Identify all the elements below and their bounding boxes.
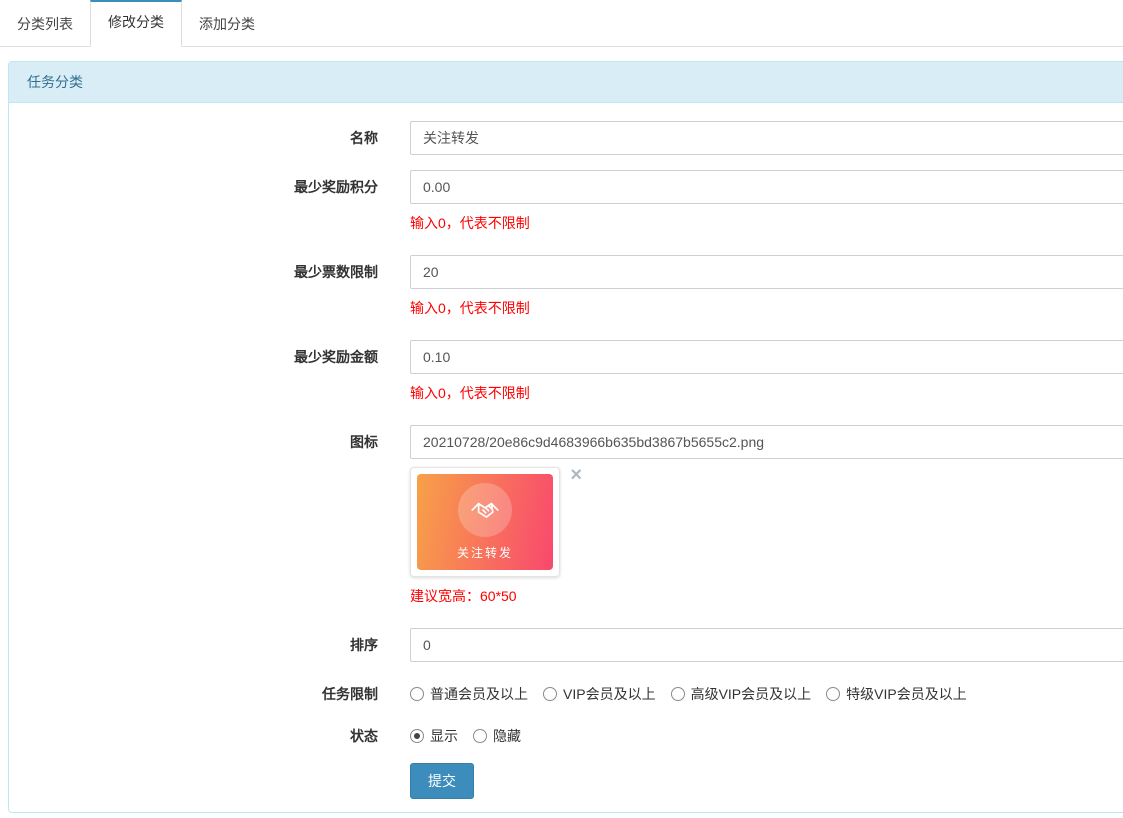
task-limit-label: 任务限制 xyxy=(24,677,378,704)
task-limit-row: 任务限制 普通会员及以上 VIP会员及以上 高级VIP会员及以上 xyxy=(24,677,1123,704)
radio-label: 显示 xyxy=(430,726,458,746)
page: 分类列表 修改分类 添加分类 任务分类 名称 最少奖励积分 输入0，代表不限制 xyxy=(0,0,1123,818)
sort-input[interactable] xyxy=(410,628,1123,662)
radio-label: 普通会员及以上 xyxy=(430,684,528,704)
min-points-field-row: 最少奖励积分 输入0，代表不限制 xyxy=(24,170,1123,240)
status-row: 状态 显示 隐藏 xyxy=(24,719,1123,746)
tab-add-category[interactable]: 添加分类 xyxy=(182,0,272,46)
icon-label: 图标 xyxy=(24,425,378,613)
task-category-panel: 任务分类 名称 最少奖励积分 输入0，代表不限制 最少票数限制 xyxy=(8,61,1123,813)
icon-path-input[interactable] xyxy=(410,425,1123,459)
task-limit-option-normal[interactable]: 普通会员及以上 xyxy=(410,684,528,704)
panel-body: 名称 最少奖励积分 输入0，代表不限制 最少票数限制 输入0，代表不限制 xyxy=(9,103,1123,817)
min-votes-input[interactable] xyxy=(410,255,1123,289)
radio-label: 高级VIP会员及以上 xyxy=(691,684,812,704)
min-points-label: 最少奖励积分 xyxy=(24,170,378,240)
sort-field-row: 排序 xyxy=(24,628,1123,662)
min-amount-hint: 输入0，代表不限制 xyxy=(410,383,1123,403)
min-votes-field-row: 最少票数限制 输入0，代表不限制 xyxy=(24,255,1123,325)
radio-label: VIP会员及以上 xyxy=(563,684,656,704)
status-radio-hide[interactable] xyxy=(473,729,487,743)
radio-label: 隐藏 xyxy=(493,726,521,746)
panel-title: 任务分类 xyxy=(9,62,1123,103)
status-radio-show[interactable] xyxy=(410,729,424,743)
remove-image-icon[interactable]: × xyxy=(570,467,582,483)
icon-preview-frame: 关注转发 xyxy=(410,467,560,577)
status-label: 状态 xyxy=(24,719,378,746)
task-limit-option-vip[interactable]: VIP会员及以上 xyxy=(543,684,656,704)
task-limit-option-super-vip[interactable]: 特级VIP会员及以上 xyxy=(826,684,967,704)
tab-bar: 分类列表 修改分类 添加分类 xyxy=(0,0,1123,47)
min-votes-hint: 输入0，代表不限制 xyxy=(410,298,1123,318)
handshake-icon xyxy=(458,483,512,537)
tab-edit-category[interactable]: 修改分类 xyxy=(90,0,182,47)
task-limit-radio-vip[interactable] xyxy=(543,687,557,701)
status-option-hide[interactable]: 隐藏 xyxy=(473,726,521,746)
min-points-input[interactable] xyxy=(410,170,1123,204)
radio-label: 特级VIP会员及以上 xyxy=(846,684,967,704)
submit-row: 提交 xyxy=(24,763,1123,799)
tab-category-list[interactable]: 分类列表 xyxy=(0,0,90,46)
submit-button[interactable]: 提交 xyxy=(410,763,474,799)
min-amount-input[interactable] xyxy=(410,340,1123,374)
icon-preview-caption: 关注转发 xyxy=(457,544,513,561)
task-limit-radio-super-vip[interactable] xyxy=(826,687,840,701)
name-label: 名称 xyxy=(24,121,378,155)
icon-preview-image: 关注转发 xyxy=(417,474,553,570)
name-field-row: 名称 xyxy=(24,121,1123,155)
icon-preview: 关注转发 × xyxy=(410,467,560,577)
min-votes-label: 最少票数限制 xyxy=(24,255,378,325)
task-limit-option-senior-vip[interactable]: 高级VIP会员及以上 xyxy=(671,684,812,704)
min-amount-field-row: 最少奖励金额 输入0，代表不限制 xyxy=(24,340,1123,410)
task-limit-radio-normal[interactable] xyxy=(410,687,424,701)
name-input[interactable] xyxy=(410,121,1123,155)
task-limit-radio-senior-vip[interactable] xyxy=(671,687,685,701)
min-points-hint: 输入0，代表不限制 xyxy=(410,213,1123,233)
icon-field-row: 图标 xyxy=(24,425,1123,613)
sort-label: 排序 xyxy=(24,628,378,662)
status-option-show[interactable]: 显示 xyxy=(410,726,458,746)
min-amount-label: 最少奖励金额 xyxy=(24,340,378,410)
icon-size-hint: 建议宽高：60*50 xyxy=(410,586,1123,606)
